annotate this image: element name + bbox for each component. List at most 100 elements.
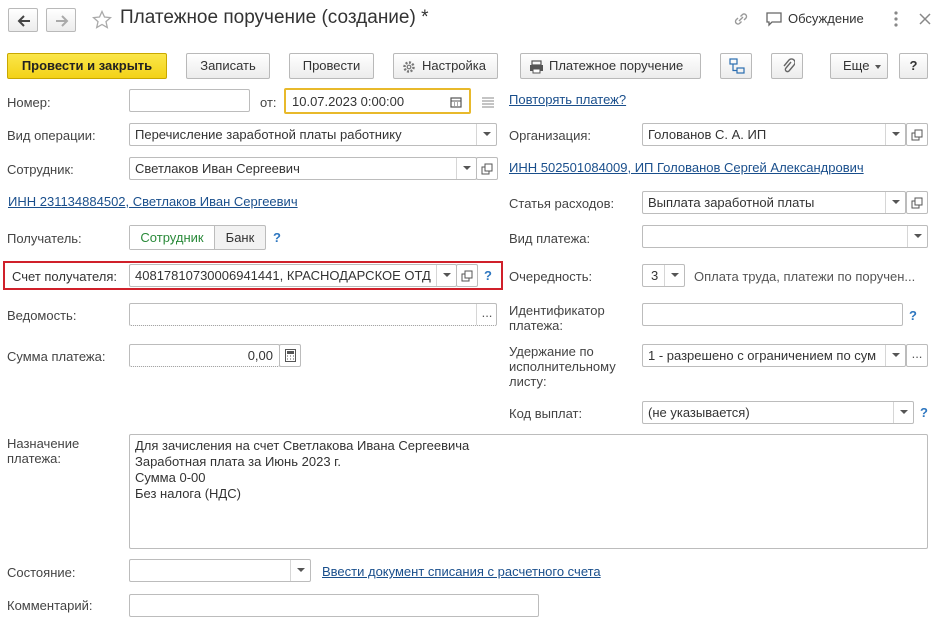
purpose-label: Назначение платежа: [7, 436, 80, 466]
star-icon[interactable] [92, 10, 112, 30]
account-help-icon[interactable]: ? [484, 268, 492, 283]
chevron-down-icon[interactable] [885, 192, 905, 213]
expense-select[interactable]: Выплата заработной платы [642, 191, 906, 214]
gear-icon [403, 61, 415, 73]
org-value: Голованов С. А. ИП [648, 127, 767, 142]
calculator-button[interactable] [279, 344, 301, 367]
ellipsis-button[interactable]: ... [476, 304, 497, 325]
open-org-button[interactable] [906, 123, 928, 146]
expense-label: Статья расходов: [509, 196, 615, 211]
chevron-down-icon[interactable] [885, 345, 905, 366]
forward-button[interactable] [46, 8, 76, 32]
withhold-label: Удержание по исполнительному листу: [509, 344, 616, 389]
amount-input[interactable]: 0,00 [129, 344, 280, 367]
save-button[interactable]: Записать [186, 53, 270, 79]
comment-label: Комментарий: [7, 598, 93, 613]
help-button[interactable]: ? [899, 53, 928, 79]
print-label: Платежное поручение [549, 58, 684, 73]
account-value: 40817810730006941441, КРАСНОДАРСКОЕ ОТД [135, 268, 431, 283]
purpose-textarea[interactable]: Для зачисления на счет Светлакова Ивана … [129, 434, 928, 549]
date-prefix: от: [260, 95, 277, 110]
employee-value: Светлаков Иван Сергеевич [135, 161, 300, 176]
paycode-value: (не указывается) [648, 405, 750, 420]
account-label: Счет получателя: [12, 269, 118, 284]
priority-select[interactable]: 3 [642, 264, 685, 287]
more-vertical-icon[interactable] [893, 10, 899, 28]
org-select[interactable]: Голованов С. А. ИП [642, 123, 906, 146]
document-list-icon[interactable] [481, 96, 495, 108]
recipient-option-bank[interactable]: Банк [215, 226, 265, 249]
operation-label: Вид операции: [7, 128, 96, 143]
operation-select[interactable]: Перечисление заработной платы работнику [129, 123, 497, 146]
paytype-select[interactable] [642, 225, 928, 248]
more-button[interactable]: Еще [830, 53, 888, 79]
amount-label: Сумма платежа: [7, 349, 106, 364]
payid-input[interactable] [642, 303, 903, 326]
paycode-label: Код выплат: [509, 406, 583, 421]
printer-icon [530, 60, 543, 74]
discussion-link[interactable]: Обсуждение [788, 11, 864, 26]
post-and-close-button[interactable]: Провести и закрыть [7, 53, 167, 79]
recipient-help-icon[interactable]: ? [273, 230, 281, 245]
purpose-line: Сумма 0-00 [135, 470, 206, 485]
priority-description: Оплата труда, платежи по поручен... [694, 269, 916, 284]
discussion-icon[interactable] [765, 11, 783, 27]
purpose-line: Заработная плата за Июнь 2023 г. [135, 454, 341, 469]
date-value: 10.07.2023 0:00:00 [292, 94, 405, 109]
open-employee-button[interactable] [476, 157, 498, 180]
purpose-line: Без налога (НДС) [135, 486, 241, 501]
print-button[interactable]: Платежное поручение [520, 53, 701, 79]
calendar-icon[interactable] [450, 96, 462, 108]
link-icon[interactable] [732, 10, 750, 28]
open-window-icon [911, 197, 923, 209]
date-input[interactable]: 10.07.2023 0:00:00 [284, 88, 471, 114]
repeat-payment-link[interactable]: Повторять платеж? [509, 92, 626, 107]
back-button[interactable] [8, 8, 38, 32]
withhold-ellipsis-button[interactable]: ... [906, 344, 928, 367]
employee-select[interactable]: Светлаков Иван Сергеевич [129, 157, 477, 180]
structure-button[interactable] [720, 53, 752, 79]
chevron-down-icon[interactable] [907, 226, 927, 247]
employee-label: Сотрудник: [7, 162, 74, 177]
more-label: Еще [843, 58, 870, 73]
org-inn-link[interactable]: ИНН 502501084009, ИП Голованов Сергей Ал… [509, 160, 864, 175]
expense-value: Выплата заработной платы [648, 195, 815, 210]
payid-label: Идентификатор платежа: [509, 303, 605, 333]
arrow-left-icon [17, 15, 30, 27]
number-input[interactable] [129, 89, 250, 112]
chevron-down-icon[interactable] [885, 124, 905, 145]
paycode-select[interactable]: (не указывается) [642, 401, 914, 424]
chevron-down-icon[interactable] [436, 265, 456, 286]
settings-button[interactable]: Настройка [393, 53, 498, 79]
amount-value: 0,00 [247, 348, 273, 363]
employee-inn-link[interactable]: ИНН 231134884502, Светлаков Иван Сергеев… [8, 194, 298, 209]
close-icon[interactable] [918, 12, 932, 26]
chevron-down-icon[interactable] [664, 265, 684, 286]
withhold-select[interactable]: 1 - разрешено с ограничением по сум [642, 344, 906, 367]
priority-label: Очередность: [509, 269, 593, 284]
post-button[interactable]: Провести [289, 53, 374, 79]
chevron-down-icon[interactable] [893, 402, 913, 423]
chevron-down-icon[interactable] [290, 560, 310, 581]
statement-input[interactable]: ... [129, 303, 497, 326]
comment-input[interactable] [129, 594, 539, 617]
open-window-icon [481, 163, 493, 175]
open-account-button[interactable] [456, 264, 478, 287]
open-window-icon [461, 270, 473, 282]
state-select[interactable] [129, 559, 311, 582]
settings-label: Настройка [422, 58, 486, 73]
payid-help-icon[interactable]: ? [909, 308, 917, 323]
chevron-down-icon[interactable] [476, 124, 496, 145]
state-label: Состояние: [7, 565, 76, 580]
number-label: Номер: [7, 95, 51, 110]
recipient-option-employee[interactable]: Сотрудник [130, 226, 215, 249]
recipient-label: Получатель: [7, 231, 82, 246]
paycode-help-icon[interactable]: ? [920, 405, 928, 420]
open-expense-button[interactable] [906, 191, 928, 214]
account-select[interactable]: 40817810730006941441, КРАСНОДАРСКОЕ ОТД [129, 264, 457, 287]
arrow-right-icon [56, 15, 69, 27]
attach-button[interactable] [771, 53, 803, 79]
chevron-down-icon[interactable] [456, 158, 476, 179]
structure-icon [729, 58, 745, 74]
writeoff-link[interactable]: Ввести документ списания с расчетного сч… [322, 564, 601, 579]
